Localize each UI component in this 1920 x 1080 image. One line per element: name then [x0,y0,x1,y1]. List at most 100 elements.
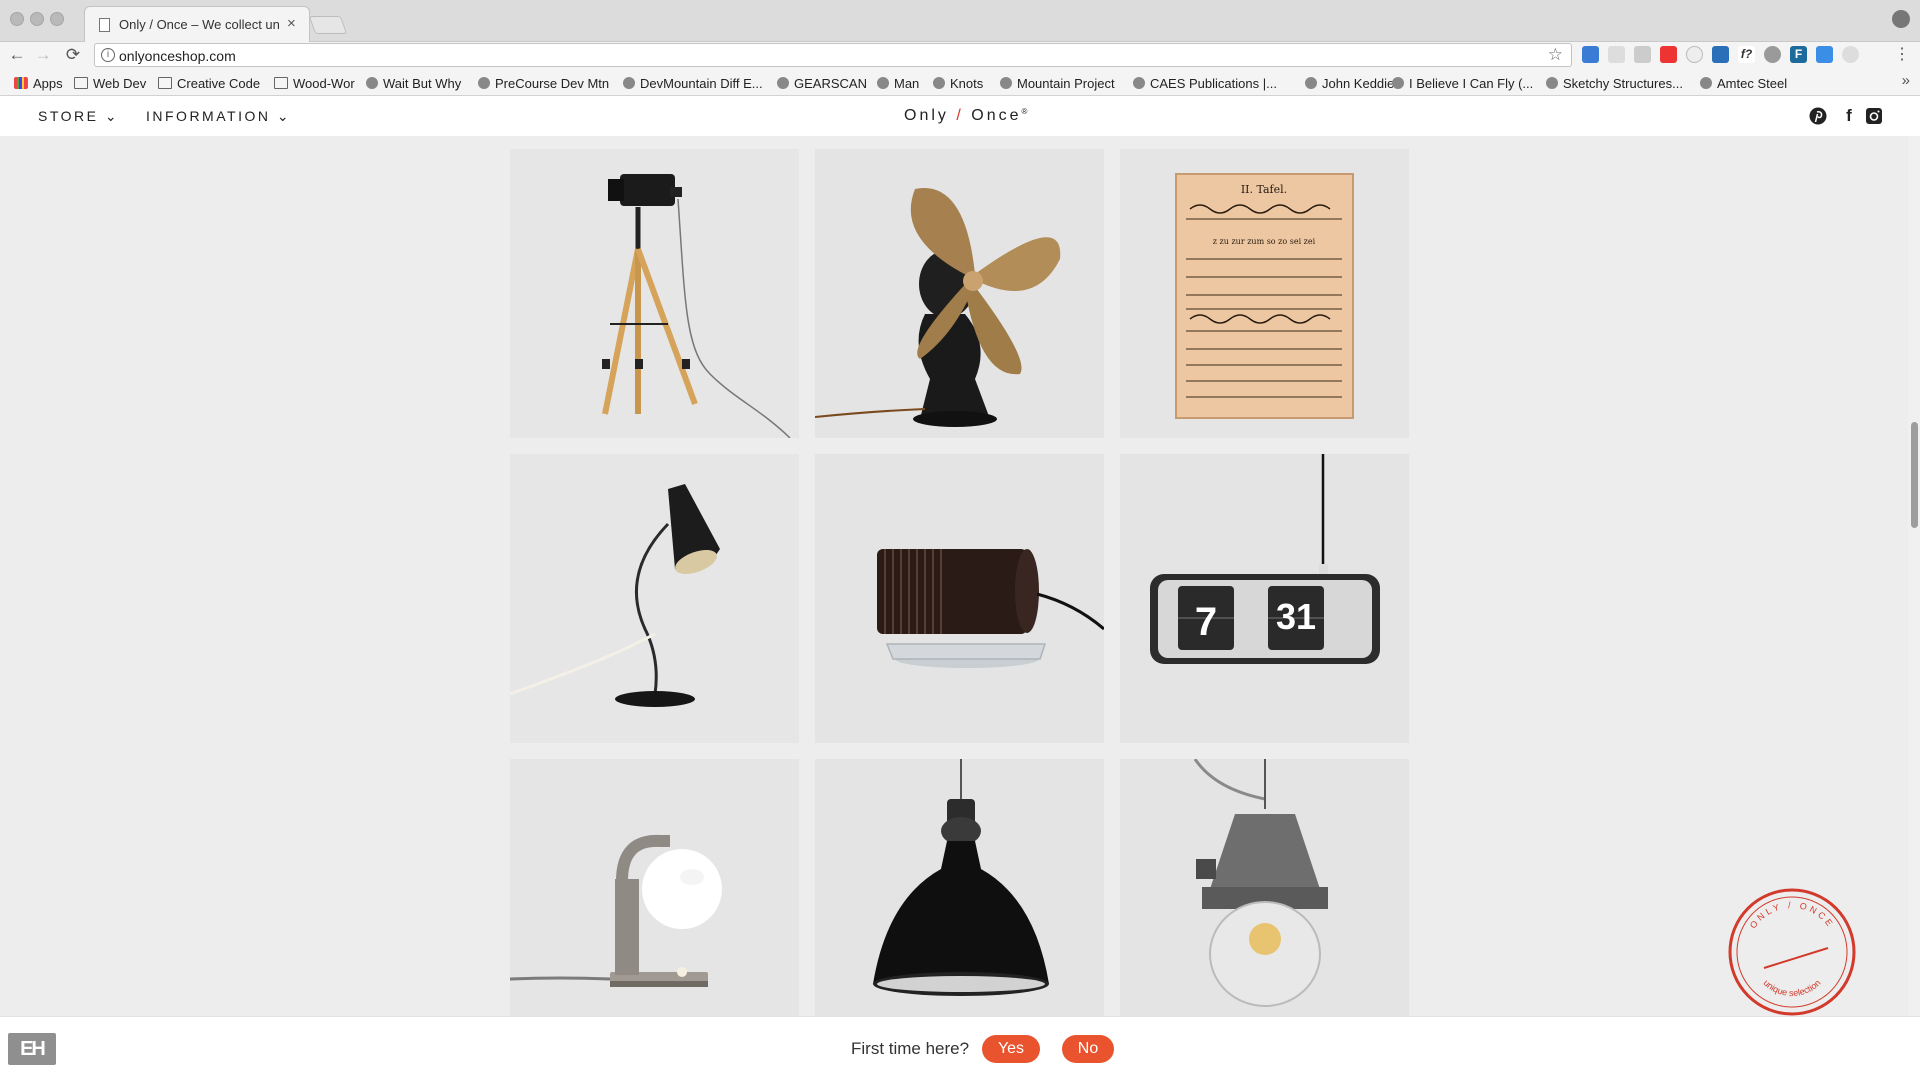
product-tile-brass-fan[interactable] [815,149,1104,438]
extension-icon[interactable] [1686,46,1703,63]
bookmark-sketchy-structures[interactable]: Sketchy Structures... [1546,74,1683,92]
instagram-icon[interactable] [1865,107,1883,125]
extension-icon[interactable] [1816,46,1833,63]
product-grid: II. Tafel. z zu zur zum so zo sei zei 7 … [0,136,1920,1016]
new-tab-button[interactable] [308,16,348,34]
tripod-spotlight-image [510,149,799,438]
bookmark-label: Mountain Project [1017,75,1115,91]
extension-icon[interactable] [1842,46,1859,63]
heater-image [815,454,1104,743]
bookmark-precourse-dev-mtn[interactable]: PreCourse Dev Mtn [478,74,609,92]
extensions-bar: f? F [1582,46,1859,64]
forward-button[interactable]: → [32,42,54,68]
site-icon [877,77,889,89]
browser-tab-strip: Only / Once – We collect uniqu × [0,0,1920,42]
clock-hour: 7 [1195,600,1217,644]
bookmark-knots[interactable]: Knots [933,74,983,92]
nav-information[interactable]: INFORMATION ⌄ [146,108,291,125]
profile-icon[interactable] [1892,10,1910,28]
pinterest-icon[interactable] [1809,107,1827,125]
stamp-bottom-text: unique selection [1761,978,1822,998]
close-window-button[interactable] [10,12,24,26]
logo-registered-mark: ® [1021,107,1031,116]
bookmark-apps[interactable]: Apps [14,74,63,92]
product-tile-german-script-chart[interactable]: II. Tafel. z zu zur zum so zo sei zei [1120,149,1409,438]
page-scrollbar[interactable] [1908,136,1920,1016]
bookmark-label: Sketchy Structures... [1563,75,1683,91]
yes-button[interactable]: Yes [982,1035,1040,1063]
product-tile-enamel-pendant-lamp[interactable] [815,759,1104,1016]
bookmark-label: Web Dev [93,75,147,91]
reload-button[interactable]: ⟳ [62,42,84,68]
logo-slash: / [956,107,964,124]
apps-grid-icon [14,77,28,89]
bookmarks-bar: » Apps Web Dev Creative Code Wood-Wor Wait B… [0,68,1920,96]
bookmark-mountain-project[interactable]: Mountain Project [1000,74,1115,92]
chart-heading: II. Tafel. [1241,183,1287,196]
product-tile-tripod-spotlight[interactable] [510,149,799,438]
extension-icon[interactable]: F [1790,46,1807,63]
bookmark-caes-publications[interactable]: CAES Publications |... [1133,74,1277,92]
bookmark-web-dev[interactable]: Web Dev [74,74,146,92]
product-tile-flip-clock[interactable]: 7 31 [1120,454,1409,743]
bookmark-amtec-steel[interactable]: Amtec Steel [1700,74,1787,92]
bookmark-wood-wor[interactable]: Wood-Wor [274,74,355,92]
flip-clock-image: 7 31 [1120,454,1409,743]
site-icon [1305,77,1317,89]
bookmark-creative-code[interactable]: Creative Code [158,74,260,92]
site-icon [1700,77,1712,89]
site-icon [623,77,635,89]
youtube-extension-icon[interactable] [1660,46,1677,63]
bookmark-gearscan[interactable]: GEARSCAN [777,74,867,92]
bug-extension-icon[interactable] [1764,46,1781,63]
folder-icon [274,77,288,89]
chrome-menu-icon[interactable]: ⋮ [1894,44,1910,64]
zoom-window-button[interactable] [50,12,64,26]
minimize-window-button[interactable] [30,12,44,26]
no-button[interactable]: No [1062,1035,1114,1063]
extension-icon[interactable] [1712,46,1729,63]
back-button[interactable]: ← [6,42,28,68]
url-text[interactable]: onlyonceshop.com [119,48,236,64]
stamp-top-text: ONLY / ONCE [1748,900,1833,930]
address-bar[interactable]: i onlyonceshop.com ☆ [94,43,1572,67]
scrollbar-thumb[interactable] [1911,422,1918,528]
bookmark-label: PreCourse Dev Mtn [495,75,610,91]
active-tab[interactable]: Only / Once – We collect uniqu × [84,6,310,42]
bookmark-wait-but-why[interactable]: Wait But Why [366,74,461,92]
bookmark-i-believe-i-can-fly[interactable]: I Believe I Can Fly (... [1392,74,1533,92]
globe-lamp-image [510,759,799,1016]
widget-logo-icon[interactable]: EH [8,1033,56,1065]
bookmark-star-icon[interactable]: ☆ [1548,45,1563,65]
site-icon [1133,77,1145,89]
nav-store[interactable]: STORE ⌄ [38,108,119,125]
clock-minute: 31 [1276,596,1316,637]
tab-title: Only / Once – We collect uniqu [119,17,279,32]
product-tile-tubular-heater[interactable] [815,454,1104,743]
site-logo[interactable]: Only / Once® [904,107,1030,125]
bookmarks-overflow-icon[interactable]: » [1902,72,1910,89]
font-extension-icon[interactable]: f? [1738,46,1755,63]
bookmark-label: John Keddie [1322,75,1395,91]
script-chart-image: II. Tafel. z zu zur zum so zo sei zei [1120,149,1409,438]
bookmark-john-keddie[interactable]: John Keddie [1305,74,1394,92]
product-tile-industrial-cage-lamp[interactable] [1120,759,1409,1016]
chart-line: z zu zur zum so zo sei zei [1213,237,1316,246]
brass-fan-image [815,149,1104,438]
close-tab-icon[interactable]: × [287,15,296,32]
info-icon[interactable]: i [101,48,115,62]
product-tile-black-desk-lamp[interactable] [510,454,799,743]
extension-icon[interactable] [1634,46,1651,63]
first-time-prompt: First time here? [851,1039,970,1058]
extension-icon[interactable] [1608,46,1625,63]
logo-only: Only [904,107,949,124]
bookmark-label: I Believe I Can Fly (... [1409,75,1534,91]
product-tile-chrome-globe-lamp[interactable] [510,759,799,1016]
folder-icon [158,77,172,89]
extension-icon[interactable] [1582,46,1599,63]
bookmark-devmountain-diff-e[interactable]: DevMountain Diff E... [623,74,763,92]
facebook-icon[interactable]: f [1840,107,1858,125]
bookmark-man[interactable]: Man [877,74,919,92]
bookmark-label: CAES Publications |... [1150,75,1277,91]
site-header: STORE ⌄ INFORMATION ⌄ Only / Once® f [0,96,1920,136]
